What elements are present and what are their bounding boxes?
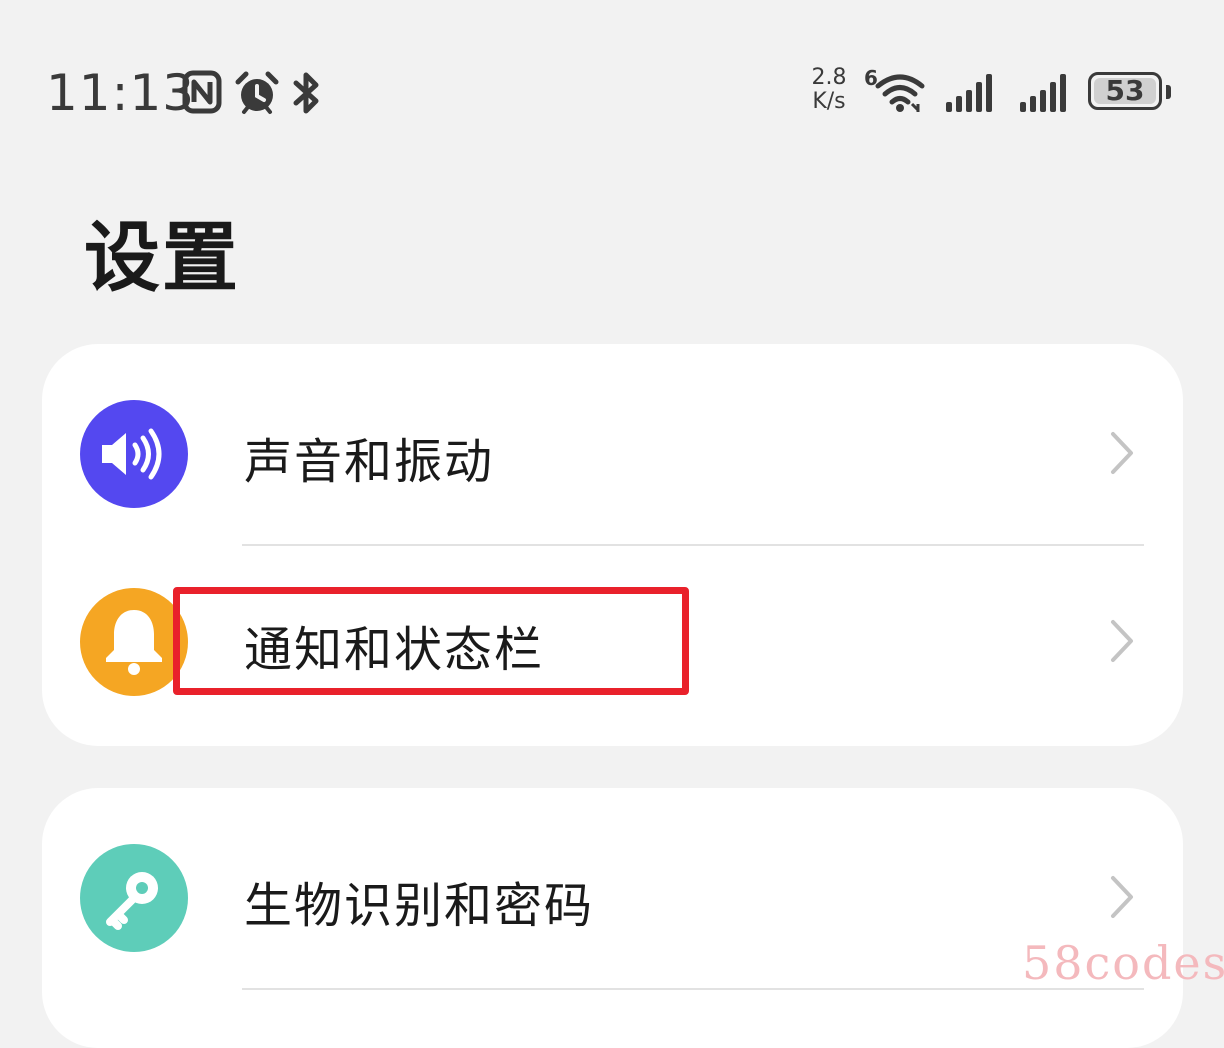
battery-tip [1166, 85, 1171, 99]
divider [242, 988, 1144, 990]
divider [242, 544, 1144, 546]
battery-level: 53 [1105, 74, 1145, 107]
status-time: 11:13 [46, 64, 196, 122]
wifi-6-icon [875, 74, 925, 112]
settings-item-sound[interactable]: 声音和振动 [42, 374, 1183, 534]
speaker-icon [80, 400, 188, 508]
signal-icon [1020, 74, 1066, 112]
net-speed-unit: K/s [812, 89, 846, 114]
key-icon [80, 844, 188, 952]
alarm-icon [235, 71, 279, 114]
status-bar: 11:13 2.8 K/s 6 53 [0, 0, 1224, 190]
watermark: 58codes [1022, 936, 1224, 990]
settings-group-2: 生物识别和密码 [42, 788, 1183, 1048]
settings-item-biometrics[interactable]: 生物识别和密码 [42, 818, 1183, 978]
bell-icon [80, 588, 188, 696]
net-speed: 2.8 K/s [806, 66, 852, 114]
net-speed-value: 2.8 [811, 65, 847, 90]
battery-icon: 53 [1088, 72, 1162, 110]
chevron-right-icon [1111, 876, 1133, 918]
nfc-icon [182, 70, 222, 114]
settings-item-label: 生物识别和密码 [244, 878, 595, 934]
bluetooth-icon [293, 72, 319, 114]
settings-item-label: 声音和振动 [244, 434, 495, 490]
page-title: 设置 [84, 213, 240, 302]
chevron-right-icon [1111, 620, 1133, 662]
chevron-right-icon [1111, 432, 1133, 474]
signal-icon [946, 74, 992, 112]
highlight-annotation [173, 587, 689, 695]
